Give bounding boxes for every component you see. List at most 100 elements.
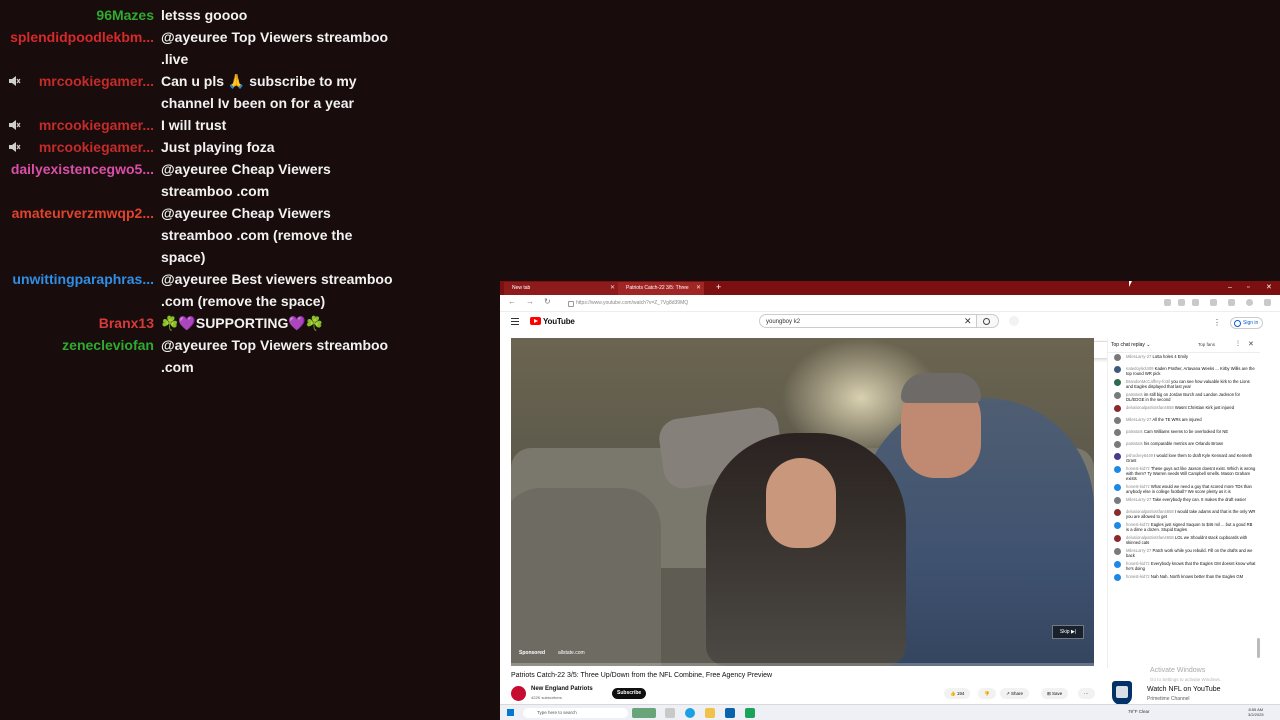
avatar[interactable] [1114, 466, 1121, 473]
chat-username[interactable]: unwittingparaphras... [0, 268, 154, 312]
avatar[interactable] [1114, 417, 1121, 424]
minimize-icon[interactable]: – [1228, 281, 1232, 295]
favorites-icon[interactable] [1192, 299, 1199, 306]
youtube-logo-icon[interactable] [530, 317, 541, 325]
avatar[interactable] [1114, 453, 1121, 460]
chat-username[interactable]: mrcookiegamer... [0, 136, 154, 158]
channel-avatar[interactable] [511, 686, 526, 701]
sponsored-label: Sponsored [519, 650, 546, 656]
clear-search-icon[interactable]: ✕ [964, 315, 972, 327]
mouse-cursor [1129, 281, 1132, 287]
url-field[interactable]: https://www.youtube.com/watch?v=Z_7Vg8d3… [562, 298, 1082, 308]
share-button[interactable]: ↗ Share [1000, 688, 1030, 699]
sign-in-button[interactable]: Sign in [1230, 317, 1264, 329]
close-icon[interactable]: ✕ [610, 282, 615, 295]
tab-youtube-video[interactable]: Patriots Catch-22 3/5: Three ✕ [618, 282, 704, 295]
avatar[interactable] [1114, 366, 1121, 373]
taskbar-clock[interactable]: 8:55 AM 3/2/2025 [1248, 707, 1264, 717]
avatar[interactable] [1114, 429, 1121, 436]
avatar[interactable] [1114, 574, 1121, 581]
chat-username[interactable]: 96Mazes [0, 4, 154, 26]
live-chat-author[interactable]: patsstats [1126, 429, 1143, 434]
taskbar-search-input[interactable]: Type here to search [523, 708, 628, 718]
chat-more-icon[interactable]: ⋮ [1235, 340, 1241, 347]
nfl-logo[interactable] [1112, 681, 1132, 705]
chat-username[interactable]: amateurverzmwqp2... [0, 202, 154, 268]
avatar[interactable] [1114, 441, 1121, 448]
youtube-logo-text[interactable]: YouTube [543, 317, 575, 326]
chat-scrollbar[interactable] [1257, 638, 1260, 658]
reload-icon[interactable]: ↻ [544, 297, 551, 306]
avatar[interactable] [1114, 522, 1121, 529]
weather-widget[interactable]: 79°F Clear [1128, 709, 1150, 714]
avatar[interactable] [1114, 392, 1121, 399]
avatar[interactable] [1114, 405, 1121, 412]
live-chat-author[interactable]: honest-kid7z [1126, 574, 1150, 579]
more-options-icon[interactable]: ⋮ [1213, 318, 1221, 327]
dislike-button[interactable]: 👎 [978, 688, 996, 699]
search-button[interactable] [977, 314, 999, 328]
sponsor-link[interactable]: allstate.com [558, 650, 585, 656]
video-player[interactable]: Sponsored allstate.com Skip ▶| [511, 338, 1094, 666]
live-chat-item: delusionalpatriotsfan4658 Wasnt Christia… [1108, 405, 1256, 414]
store-icon[interactable] [745, 708, 755, 718]
channel-name[interactable]: New England Patriots [531, 686, 593, 692]
downloads-icon[interactable] [1228, 299, 1235, 306]
close-icon[interactable]: ✕ [1248, 340, 1254, 348]
windows-start-icon[interactable] [507, 709, 514, 716]
extension-icon[interactable] [1164, 299, 1171, 306]
live-chat-author[interactable]: MilesLarry-27 [1126, 497, 1151, 502]
speaker-muted-icon [9, 120, 21, 130]
avatar[interactable] [1114, 509, 1121, 516]
profile-icon[interactable] [1246, 299, 1253, 306]
promo-title[interactable]: Watch NFL on YouTube [1147, 686, 1221, 693]
live-chat-author[interactable]: delusionalpatriotsfan4658 [1126, 405, 1174, 410]
video-progress-bar[interactable] [511, 663, 1094, 666]
subscribe-button[interactable]: Subscribe [612, 688, 647, 699]
microphone-icon[interactable] [1009, 316, 1019, 326]
chat-username[interactable]: splendidpoodlekbm... [0, 26, 154, 70]
chat-username[interactable]: Branx13 [0, 312, 154, 334]
settings-menu-icon[interactable] [1264, 299, 1271, 306]
avatar[interactable] [1114, 354, 1121, 361]
avatar[interactable] [1114, 379, 1121, 386]
maximize-icon[interactable]: ▫ [1247, 281, 1249, 295]
chat-message: zenecleviofan @ayeuree Top Viewers stream… [0, 334, 400, 378]
avatar[interactable] [1114, 497, 1121, 504]
chat-username[interactable]: mrcookiegamer... [0, 114, 154, 136]
live-chat-text: im still big on Jordan Burch and Landon … [1126, 392, 1241, 402]
close-icon[interactable]: ✕ [696, 282, 701, 295]
top-fans-button[interactable]: Top fans [1198, 342, 1215, 347]
avatar[interactable] [1114, 535, 1121, 542]
tab-new-tab[interactable]: New tab ✕ [504, 282, 618, 295]
chat-username[interactable]: mrcookiegamer... [0, 70, 154, 114]
forward-icon[interactable]: → [526, 297, 534, 306]
more-actions-button[interactable]: ⋯ [1078, 688, 1095, 699]
live-chat-author[interactable]: patsstats [1126, 441, 1143, 446]
chat-username[interactable]: zenecleviofan [0, 334, 154, 378]
mail-icon[interactable] [725, 708, 735, 718]
activate-windows-title: Activate Windows [1150, 667, 1206, 674]
edge-icon[interactable] [685, 708, 695, 718]
menu-icon[interactable] [511, 318, 519, 319]
chat-username[interactable]: dailyexistencegwo5... [0, 158, 154, 202]
search-input[interactable]: youngboy k2 [759, 314, 977, 328]
avatar[interactable] [1114, 484, 1121, 491]
back-icon[interactable]: ← [508, 297, 516, 306]
skip-ad-button[interactable]: Skip ▶| [1052, 625, 1084, 639]
task-view-icon[interactable] [665, 708, 675, 718]
live-chat-author[interactable]: MilesLarry-27 [1126, 417, 1151, 422]
live-chat-item: MilesLarry-27 Patch work while you rebui… [1108, 548, 1256, 558]
widget-icon[interactable] [632, 708, 656, 718]
save-button[interactable]: ⊞ Save [1041, 688, 1069, 699]
avatar[interactable] [1114, 561, 1121, 568]
new-tab-icon[interactable]: + [716, 281, 721, 294]
close-window-icon[interactable]: ✕ [1266, 281, 1272, 295]
file-explorer-icon[interactable] [705, 708, 715, 718]
chat-mode-dropdown[interactable]: Top chat replay ⌄ [1111, 342, 1151, 348]
like-button[interactable]: 👍 194 [944, 688, 971, 699]
collections-icon[interactable] [1210, 299, 1217, 306]
live-chat-author[interactable]: MilesLarry-27 [1126, 354, 1151, 359]
avatar[interactable] [1114, 548, 1121, 555]
read-aloud-icon[interactable] [1178, 299, 1185, 306]
